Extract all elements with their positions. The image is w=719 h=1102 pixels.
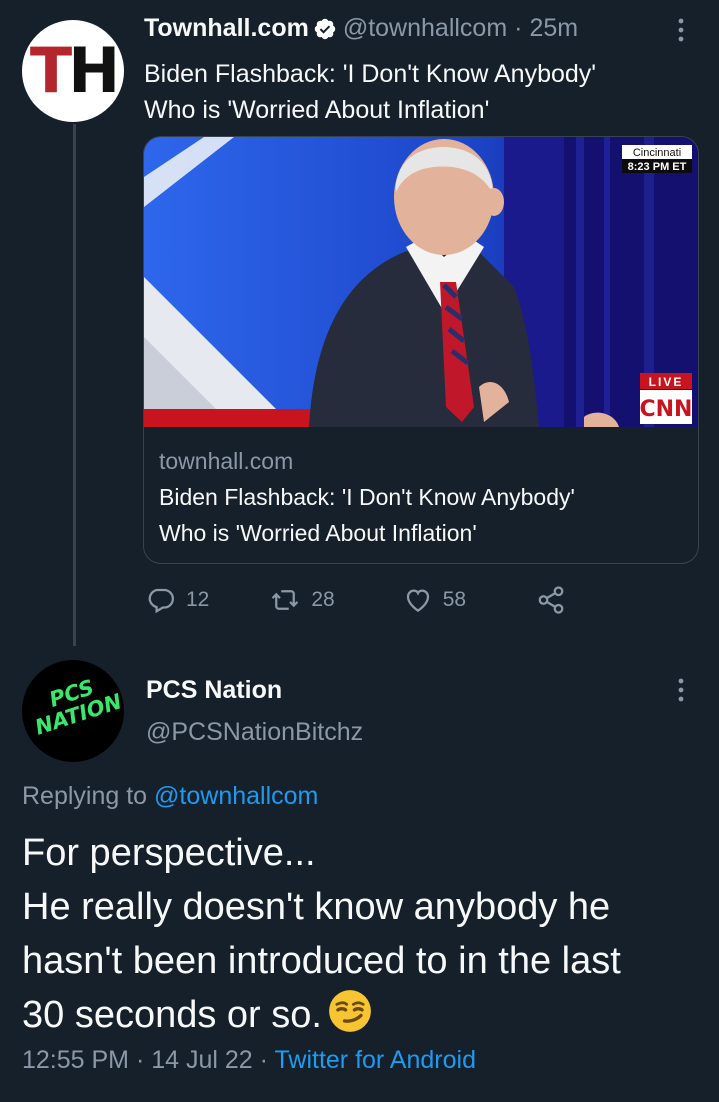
tweet-text-line: hasn't been introduced to in the last: [22, 940, 621, 982]
avatar-logo-text: TH: [29, 34, 120, 107]
replying-to-link[interactable]: @townhallcom: [154, 782, 318, 810]
retweet-icon: [272, 590, 299, 610]
like-button[interactable]: 58: [403, 585, 466, 615]
link-card[interactable]: Cincinnati 8:23 PM ET LIVE CNN townhall.…: [143, 136, 699, 564]
share-button[interactable]: [536, 585, 566, 615]
card-thumbnail: Cincinnati 8:23 PM ET LIVE CNN: [144, 137, 698, 427]
more-vertical-icon: [678, 18, 684, 42]
card-domain: townhall.com: [159, 448, 294, 474]
tweet-source[interactable]: Twitter for Android: [275, 1046, 476, 1074]
news-photo: Cincinnati 8:23 PM ET LIVE CNN: [144, 137, 698, 427]
replying-to: Replying to @townhallcom: [22, 782, 318, 811]
reply-button[interactable]: 12: [146, 585, 209, 615]
author-name[interactable]: PCS Nation: [146, 676, 282, 705]
tweet-footer: 12:55 PM · 14 Jul 22 · Twitter for Andro…: [22, 1046, 476, 1074]
live-label: LIVE: [649, 375, 684, 389]
smirk-emoji-icon: [329, 990, 371, 1032]
tweet-text-line-last: 30 seconds or so.: [22, 988, 702, 1042]
tweet-actions: 12 28 58: [146, 585, 566, 615]
author-handle[interactable]: @townhallcom: [343, 14, 507, 43]
author-name[interactable]: Townhall.com: [144, 14, 309, 43]
tweet-time[interactable]: 25m: [530, 14, 579, 43]
tv-time: 8:23 PM ET: [628, 161, 687, 173]
card-meta: townhall.com Biden Flashback: 'I Don't K…: [159, 443, 689, 551]
tweet-text-line: Who is 'Worried About Inflation': [144, 96, 490, 124]
tv-location: Cincinnati: [633, 147, 681, 159]
tweet-text-line: He really doesn't know anybody he: [22, 886, 611, 928]
thread-line: [73, 124, 76, 646]
like-count: 58: [442, 588, 467, 611]
pcs-nation-avatar[interactable]: PCS NATION: [22, 660, 124, 762]
tweet-date[interactable]: 14 Jul 22: [151, 1046, 252, 1074]
tweet-text-line: For perspective...: [22, 832, 316, 874]
retweet-button[interactable]: 28: [269, 585, 335, 615]
more-vertical-icon: [678, 678, 684, 702]
tweet-text: For perspective... He really doesn't kno…: [22, 826, 702, 1042]
verified-badge-icon: [314, 18, 336, 39]
retweet-count: 28: [311, 588, 335, 611]
avatar-logo-text: PCS NATION: [25, 669, 124, 740]
cnn-logo: CNN: [640, 397, 693, 422]
card-title-line: Biden Flashback: 'I Don't Know Anybody': [159, 484, 575, 510]
tweet-timestamp[interactable]: 12:55 PM: [22, 1046, 129, 1074]
more-options-button[interactable]: [672, 16, 690, 49]
replying-prefix: Replying to: [22, 782, 148, 810]
townhall-avatar[interactable]: TH: [22, 20, 124, 122]
author-handle[interactable]: @PCSNationBitchz: [146, 718, 363, 747]
reply-count: 12: [186, 588, 210, 611]
card-title-line: Who is 'Worried About Inflation': [159, 520, 477, 546]
more-options-button[interactable]: [672, 676, 690, 709]
tweet-text-line: 30 seconds or so.: [22, 994, 322, 1036]
heart-icon: [406, 589, 429, 612]
tweet-header: Townhall.com @townhallcom · 25m: [144, 14, 578, 43]
tweet-text-line: Biden Flashback: 'I Don't Know Anybody': [144, 60, 597, 88]
tweet-text: Biden Flashback: 'I Don't Know Anybody' …: [144, 56, 684, 128]
share-icon: [538, 586, 564, 614]
reply-icon: [148, 588, 175, 614]
separator-dot: ·: [514, 14, 523, 42]
